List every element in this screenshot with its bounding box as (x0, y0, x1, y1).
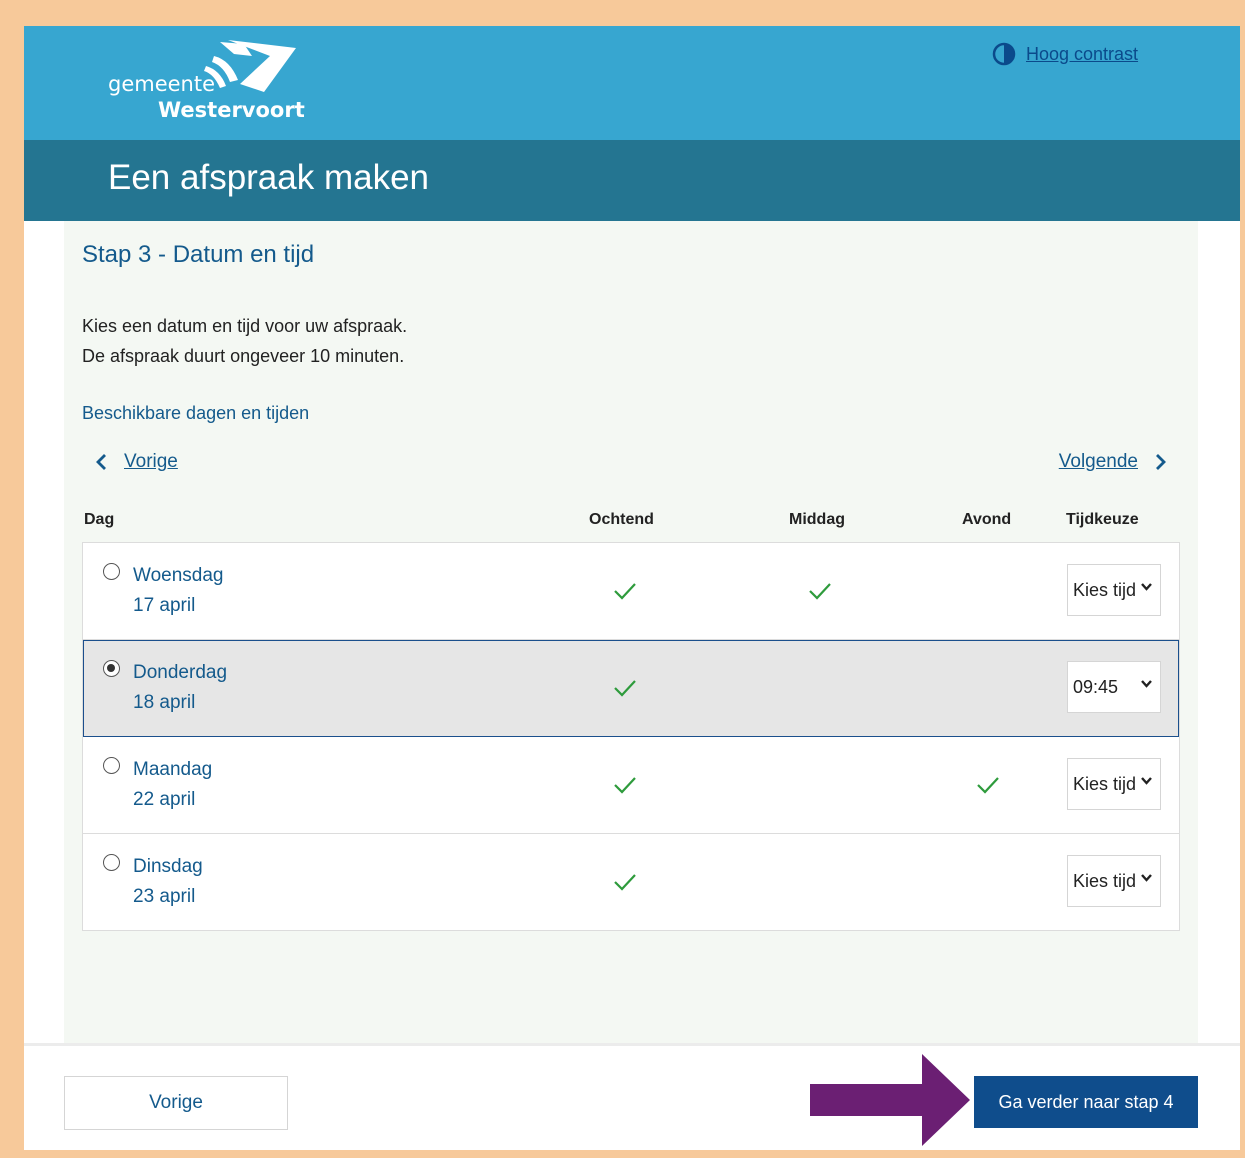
high-contrast-link[interactable]: Hoog contrast (1026, 44, 1138, 65)
main-content: Stap 3 - Datum en tijd Kies een datum en… (64, 221, 1198, 1043)
time-select[interactable]: 09:45 (1067, 661, 1161, 713)
day-radio[interactable] (103, 854, 120, 871)
morning-check-icon (614, 680, 636, 697)
time-select[interactable]: Kies tijd (1067, 564, 1161, 616)
table-row[interactable]: Woensdag 17 april Kies tijd (83, 543, 1179, 640)
morning-check-icon (614, 874, 636, 891)
column-evening: Avond (962, 511, 1012, 528)
time-select-value: Kies tijd (1073, 579, 1137, 600)
day-name: Maandag (133, 759, 213, 780)
annotation-arrow-icon (810, 1054, 970, 1146)
intro-line-1: Kies een datum en tijd voor uw afspraak. (82, 316, 408, 336)
day-date: 22 april (133, 789, 196, 810)
contrast-icon (992, 42, 1016, 66)
footer-actions: Vorige Ga verder naar stap 4 (24, 1043, 1240, 1150)
table-row[interactable]: Donderdag 18 april 09:45 (83, 640, 1179, 737)
day-name: Woensdag (133, 565, 224, 586)
table-row[interactable]: Dinsdag 23 april Kies tijd (83, 834, 1179, 930)
column-afternoon: Middag (789, 511, 845, 528)
table-row[interactable]: Maandag 22 april Kies tijd (83, 737, 1179, 834)
time-select-value: 09:45 (1073, 676, 1119, 697)
step-title: Stap 3 - Datum en tijd (82, 241, 315, 268)
morning-check-icon (614, 583, 636, 600)
day-date: 17 april (133, 595, 196, 616)
available-label: Beschikbare dagen en tijden (82, 403, 310, 423)
column-time: Tijdkeuze (1066, 511, 1139, 528)
day-radio[interactable] (103, 660, 120, 677)
day-name: Dinsdag (133, 856, 203, 877)
intro-line-2: De afspraak duurt ongeveer 10 minuten. (82, 346, 405, 366)
time-select-value: Kies tijd (1073, 773, 1137, 794)
column-morning: Ochtend (589, 511, 654, 528)
next-week-link[interactable]: Volgende (1059, 451, 1138, 473)
site-header: gemeente Westervoort Hoog contrast (24, 26, 1240, 140)
table-header: Dag Ochtend Middag Avond Tijdkeuze (82, 511, 1180, 535)
column-day: Dag (84, 511, 115, 528)
day-radio[interactable] (103, 757, 120, 774)
high-contrast-toggle[interactable]: Hoog contrast (992, 42, 1138, 66)
evening-check-icon (977, 777, 999, 794)
chevron-right-icon (1156, 454, 1166, 470)
chevron-left-icon (96, 454, 106, 470)
day-radio[interactable] (103, 563, 120, 580)
day-date: 18 april (133, 692, 196, 713)
chevron-down-icon (1141, 777, 1152, 785)
day-name: Donderdag (133, 662, 228, 683)
title-banner: Een afspraak maken (24, 140, 1240, 221)
time-select[interactable]: Kies tijd (1067, 758, 1161, 810)
logo-line2: Westervoort (158, 98, 305, 122)
morning-check-icon (614, 777, 636, 794)
chevron-down-icon (1141, 874, 1152, 882)
afternoon-check-icon (809, 583, 831, 600)
intro-text: Kies een datum en tijd voor uw afspraak.… (82, 311, 407, 371)
chevron-down-icon (1141, 680, 1152, 688)
westervoort-logo[interactable]: gemeente Westervoort (108, 36, 305, 126)
time-select[interactable]: Kies tijd (1067, 855, 1161, 907)
availability-table: Woensdag 17 april Kies tijd Donderdag 18… (82, 542, 1180, 931)
app-frame: gemeente Westervoort Hoog contrast Een a… (24, 26, 1240, 1150)
previous-step-button[interactable]: Vorige (64, 1076, 288, 1130)
chevron-down-icon (1141, 583, 1152, 591)
page-title: Een afspraak maken (108, 158, 430, 197)
logo-line1: gemeente (108, 72, 216, 96)
time-select-value: Kies tijd (1073, 870, 1137, 891)
next-step-button[interactable]: Ga verder naar stap 4 (974, 1076, 1198, 1128)
previous-week-nav[interactable]: Vorige (94, 451, 178, 473)
previous-week-link[interactable]: Vorige (124, 451, 178, 473)
day-date: 23 april (133, 886, 196, 907)
next-week-nav[interactable]: Volgende (1059, 451, 1168, 473)
